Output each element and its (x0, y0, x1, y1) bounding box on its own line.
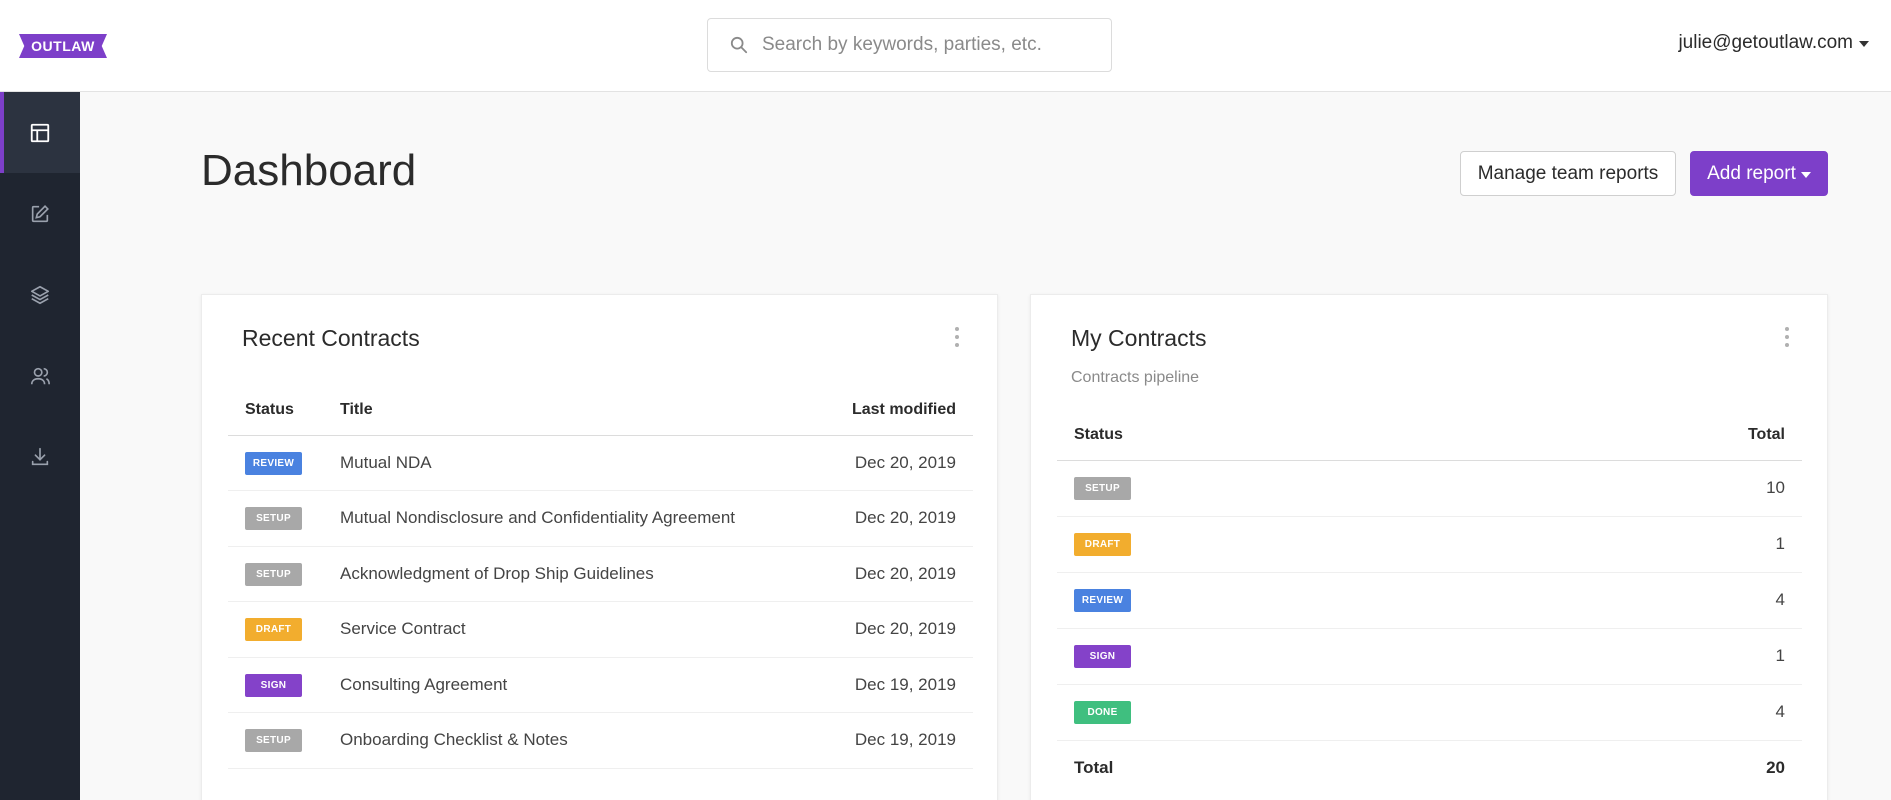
table-row[interactable]: DONE 4 (1057, 684, 1802, 741)
card-title: Recent Contracts (242, 325, 420, 351)
status-cell: DONE (1057, 684, 1476, 741)
status-total: 4 (1475, 684, 1802, 741)
status-badge: DRAFT (1074, 533, 1131, 556)
add-report-label: Add report (1707, 162, 1796, 184)
table-row[interactable]: SETUP Mutual Nondisclosure and Confidenti… (228, 490, 973, 547)
column-header[interactable]: Status (1057, 410, 1476, 461)
status-badge: SETUP (245, 729, 302, 753)
status-total: 1 (1475, 516, 1802, 573)
chevron-down-icon (1859, 41, 1869, 47)
recent-contracts-table: Status Title Last modified REVIEW Mutual … (228, 385, 973, 769)
last-modified: Dec 20, 2019 (814, 546, 973, 602)
recent-contracts-card: Recent Contracts Status Title Last modif… (201, 294, 998, 800)
more-options-icon[interactable] (955, 327, 959, 347)
table-row[interactable]: REVIEW Mutual NDA Dec 20, 2019 (228, 435, 973, 491)
last-modified: Dec 20, 2019 (814, 490, 973, 547)
contract-title[interactable]: Onboarding Checklist & Notes (323, 712, 815, 769)
status-cell: DRAFT (1057, 516, 1476, 573)
total-label: Total (1074, 758, 1114, 778)
card-subtitle: Contracts pipeline (1071, 369, 1200, 386)
status-cell: SETUP (228, 546, 323, 602)
status-badge: REVIEW (245, 451, 302, 475)
status-total: 1 (1475, 628, 1802, 685)
column-header[interactable]: Title (323, 385, 815, 436)
sidebar-item-team[interactable] (0, 335, 80, 416)
status-badge: DONE (1074, 701, 1131, 724)
top-bar: OUTLAW julie@getoutlaw.com (0, 0, 1891, 92)
sidebar-item-edit[interactable] (0, 173, 80, 254)
contract-title[interactable]: Consulting Agreement (323, 657, 815, 713)
user-menu[interactable]: julie@getoutlaw.com (1678, 32, 1869, 54)
dashboard-icon (30, 123, 50, 142)
manage-team-reports-button[interactable]: Manage team reports (1460, 151, 1676, 196)
my-contracts-card: My Contracts Contracts pipeline Status T… (1030, 294, 1828, 800)
table-row[interactable]: DRAFT Service Contract Dec 20, 2019 (228, 601, 973, 658)
search-icon (730, 36, 748, 54)
status-badge: SETUP (245, 562, 302, 586)
more-options-icon[interactable] (1785, 327, 1789, 347)
last-modified: Dec 19, 2019 (814, 657, 973, 713)
users-icon (30, 367, 50, 384)
column-header[interactable]: Status (228, 385, 323, 436)
status-cell: REVIEW (228, 435, 323, 491)
table-row[interactable]: SIGN 1 (1057, 628, 1802, 685)
status-cell: SIGN (1057, 628, 1476, 685)
card-title: My Contracts (1071, 325, 1207, 351)
status-badge: SETUP (245, 507, 302, 531)
search-box[interactable] (707, 18, 1112, 72)
table-row[interactable]: DRAFT 1 (1057, 516, 1802, 573)
chevron-down-icon (1800, 171, 1811, 178)
column-header[interactable]: Total (1475, 410, 1802, 461)
total-row: Total 20 (1057, 740, 1802, 796)
contract-title[interactable]: Acknowledgment of Drop Ship Guidelines (323, 546, 815, 602)
table-row[interactable]: SIGN Consulting Agreement Dec 19, 2019 (228, 657, 973, 713)
my-contracts-table: Status Total SETUP 10 DRAFT 1 REVIEW 4 SIGN 1 DO… (1057, 410, 1802, 796)
status-badge: SIGN (1074, 645, 1131, 668)
table-header-row: Status Title Last modified (228, 385, 973, 436)
status-total: 4 (1475, 572, 1802, 629)
status-badge: SETUP (1074, 477, 1131, 500)
table-header-row: Status Total (1057, 410, 1802, 461)
search-input[interactable] (762, 34, 1092, 56)
contract-title[interactable]: Mutual NDA (323, 435, 815, 491)
user-email: julie@getoutlaw.com (1678, 32, 1853, 53)
last-modified: Dec 20, 2019 (814, 601, 973, 658)
status-cell: SETUP (228, 490, 323, 547)
sidebar-item-templates[interactable] (0, 254, 80, 335)
status-badge: SIGN (245, 673, 302, 697)
total-value: 20 (1766, 758, 1785, 778)
status-badge: DRAFT (245, 618, 302, 642)
edit-icon (31, 204, 49, 222)
contract-title[interactable]: Service Contract (323, 601, 815, 658)
status-total: 10 (1475, 460, 1802, 517)
sidebar-item-dashboard[interactable] (0, 92, 80, 173)
sidebar (0, 92, 80, 800)
table-row[interactable]: SETUP Acknowledgment of Drop Ship Guideli… (228, 546, 973, 602)
table-row[interactable]: SETUP 10 (1057, 460, 1802, 517)
last-modified: Dec 19, 2019 (814, 712, 973, 769)
page-title: Dashboard (201, 146, 417, 195)
status-cell: DRAFT (228, 601, 323, 658)
last-modified: Dec 20, 2019 (814, 435, 973, 491)
table-row[interactable]: REVIEW 4 (1057, 572, 1802, 629)
outlaw-logo[interactable]: OUTLAW (19, 34, 107, 58)
manage-team-reports-label: Manage team reports (1477, 162, 1659, 184)
column-header[interactable]: Last modified (814, 385, 973, 436)
contract-title[interactable]: Mutual Nondisclosure and Confidentiality… (323, 490, 815, 547)
download-icon (31, 447, 49, 465)
add-report-button[interactable]: Add report (1690, 151, 1828, 196)
status-cell: SETUP (228, 712, 323, 769)
sidebar-item-downloads[interactable] (0, 416, 80, 497)
status-cell: SETUP (1057, 460, 1476, 517)
status-badge: REVIEW (1074, 589, 1131, 612)
status-cell: SIGN (228, 657, 323, 713)
table-row[interactable]: SETUP Onboarding Checklist & Notes Dec 19,… (228, 712, 973, 769)
status-cell: REVIEW (1057, 572, 1476, 629)
layers-icon (30, 285, 50, 304)
